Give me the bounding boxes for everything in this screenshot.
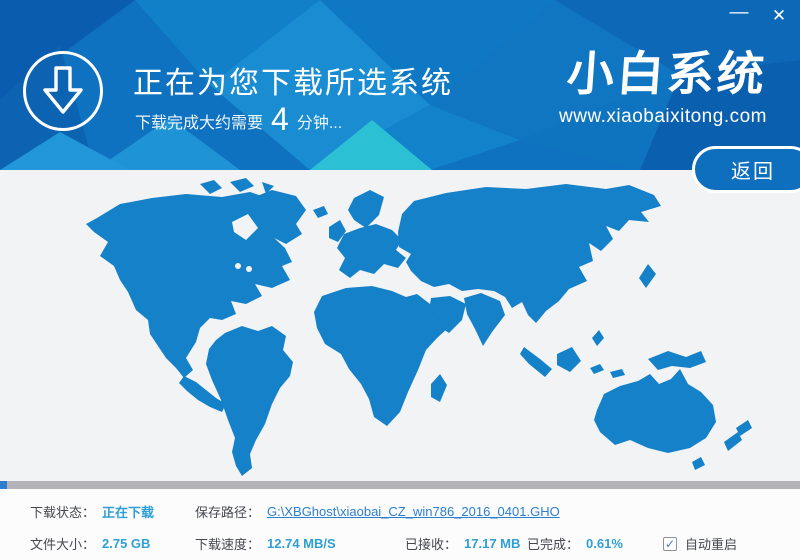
completed-group: 已完成： 0.61% <box>527 534 623 553</box>
completed-label: 已完成： <box>527 534 579 553</box>
auto-restart-checkbox[interactable] <box>663 537 677 551</box>
progress-fill <box>0 481 7 489</box>
save-path-label: 保存路径： <box>195 502 260 521</box>
window-controls: — ✕ <box>726 4 792 28</box>
auto-restart-label: 自动重启 <box>685 534 737 553</box>
file-size-value: 2.75 GB <box>102 536 150 551</box>
world-map <box>0 170 800 481</box>
page-title: 正在为您下载所选系统 <box>133 58 453 102</box>
header-banner: — ✕ 正在为您下载所选系统 下载完成大约需要 4 分钟... 小白系统 www… <box>0 0 800 170</box>
back-button[interactable]: 返回 <box>692 146 800 193</box>
app-window: — ✕ 正在为您下载所选系统 下载完成大约需要 4 分钟... 小白系统 www… <box>0 0 800 560</box>
download-status-group: 下载状态： 正在下载 <box>30 502 154 521</box>
save-path-group: 保存路径： G:\XBGhost\xiaobai_CZ_win786_2016_… <box>195 502 560 521</box>
received-group: 已接收： 17.17 MB <box>405 534 520 553</box>
completed-value: 0.61% <box>586 536 623 551</box>
brand-block: 小白系统 www.xiaobaixitong.com <box>559 48 767 128</box>
file-size-group: 文件大小： 2.75 GB <box>30 534 150 553</box>
close-button[interactable]: ✕ <box>766 4 792 28</box>
speed-value: 12.74 MB/S <box>267 536 336 551</box>
brand-website: www.xiaobaixitong.com <box>559 106 767 128</box>
minimize-button[interactable]: — <box>726 4 752 28</box>
status-bar: 下载状态： 正在下载 保存路径： G:\XBGhost\xiaobai_CZ_w… <box>0 489 800 560</box>
eta-prefix: 下载完成大约需要 <box>135 109 263 133</box>
received-label: 已接收： <box>405 534 457 553</box>
save-path-link[interactable]: G:\XBGhost\xiaobai_CZ_win786_2016_0401.G… <box>267 504 560 519</box>
file-size-label: 文件大小： <box>30 534 95 553</box>
speed-group: 下载速度： 12.74 MB/S <box>195 534 336 553</box>
download-progress-bar <box>0 481 800 489</box>
eta-minutes: 4 <box>271 105 289 133</box>
brand-logo: 小白系统 <box>557 48 769 100</box>
eta-text: 下载完成大约需要 4 分钟... <box>135 105 342 133</box>
speed-label: 下载速度： <box>195 534 260 553</box>
map-canvas <box>0 170 800 481</box>
download-icon <box>23 51 103 131</box>
download-status-label: 下载状态： <box>30 502 95 521</box>
received-value: 17.17 MB <box>464 536 520 551</box>
auto-restart-group: 自动重启 <box>663 534 737 553</box>
download-status-value: 正在下载 <box>102 502 154 521</box>
eta-suffix: 分钟... <box>297 109 342 133</box>
